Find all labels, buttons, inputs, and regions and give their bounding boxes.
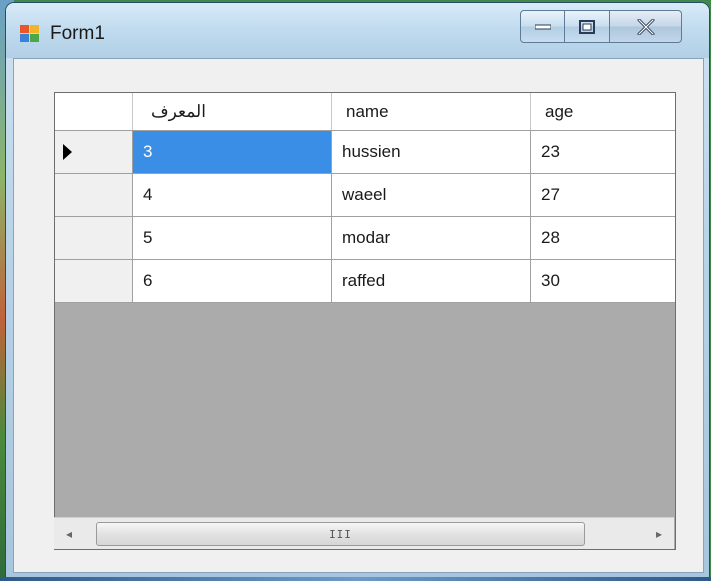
row-header-corner[interactable]	[55, 93, 133, 130]
maximize-button[interactable]	[565, 10, 610, 43]
cell-age[interactable]: 23	[531, 131, 675, 174]
form-client-area: المعرف name age 3 hussien 23 4 waeel 27 …	[13, 58, 704, 573]
grid-header-row: المعرف name age	[55, 93, 675, 131]
cell-id[interactable]: 6	[133, 260, 332, 303]
scroll-right-button[interactable]: ▸	[644, 518, 674, 549]
current-row-indicator-icon	[63, 144, 72, 160]
cell-name[interactable]: hussien	[332, 131, 531, 174]
cell-id[interactable]: 5	[133, 217, 332, 260]
column-header-id-label: المعرف	[151, 101, 206, 121]
close-icon	[637, 18, 654, 35]
minimize-button[interactable]	[520, 10, 565, 43]
grip-icon: III	[329, 527, 352, 541]
chevron-left-icon: ◂	[65, 526, 73, 541]
row-header[interactable]	[55, 174, 133, 217]
horizontal-scrollbar[interactable]: ◂ III ▸	[54, 517, 674, 549]
column-header-name[interactable]: name	[332, 93, 531, 130]
window-title: Form1	[50, 23, 105, 44]
cell-age[interactable]: 27	[531, 174, 675, 217]
cell-age[interactable]: 30	[531, 260, 675, 303]
cell-age[interactable]: 28	[531, 217, 675, 260]
minimize-icon	[534, 24, 551, 29]
data-grid-view[interactable]: المعرف name age 3 hussien 23 4 waeel 27 …	[54, 92, 676, 550]
scroll-thumb[interactable]: III	[96, 522, 585, 546]
table-row[interactable]: 4 waeel 27	[55, 174, 675, 217]
cell-id[interactable]: 3	[133, 131, 332, 174]
form1-window: Form1 المعرف name age 3 hussien 23 4 wae…	[6, 3, 709, 578]
row-header[interactable]	[55, 260, 133, 303]
column-header-age-label: age	[545, 101, 574, 121]
taskbar-edge	[0, 577, 711, 581]
title-bar[interactable]: Form1	[6, 3, 709, 58]
chevron-right-icon: ▸	[655, 526, 663, 541]
row-header[interactable]	[55, 131, 133, 174]
cell-name[interactable]: modar	[332, 217, 531, 260]
cell-id[interactable]: 4	[133, 174, 332, 217]
column-header-id[interactable]: المعرف	[133, 93, 332, 130]
column-header-age[interactable]: age	[531, 93, 675, 130]
column-header-name-label: name	[346, 101, 389, 121]
table-row[interactable]: 5 modar 28	[55, 217, 675, 260]
close-button[interactable]	[610, 10, 682, 43]
cell-name[interactable]: waeel	[332, 174, 531, 217]
cell-name[interactable]: raffed	[332, 260, 531, 303]
row-header[interactable]	[55, 217, 133, 260]
table-row[interactable]: 6 raffed 30	[55, 260, 675, 303]
scroll-left-button[interactable]: ◂	[54, 518, 84, 549]
maximize-icon	[579, 19, 595, 34]
table-row[interactable]: 3 hussien 23	[55, 131, 675, 174]
app-icon	[20, 25, 40, 43]
